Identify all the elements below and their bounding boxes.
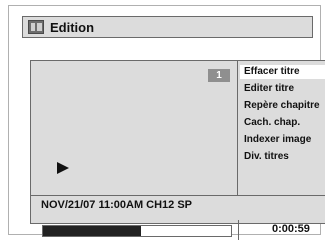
menu-item-repere-chapitre[interactable]: Repère chapitre (240, 99, 325, 113)
menu-item-div-titres[interactable]: Div. titres (240, 150, 325, 164)
playback-time: 0:00:59 (272, 223, 310, 235)
menu-item-cach-chap[interactable]: Cach. chap. (240, 116, 325, 130)
play-icon[interactable] (57, 162, 69, 174)
menu-item-effacer-titre[interactable]: Effacer titre (240, 65, 325, 79)
preview-area: 1 (31, 61, 238, 195)
footer-divider (238, 220, 239, 240)
page-title: Edition (50, 20, 95, 35)
recording-info: NOV/21/07 11:00AM CH12 SP (41, 199, 193, 211)
title-edit-icon (28, 20, 44, 34)
menu-item-editer-titre[interactable]: Editer titre (240, 82, 325, 96)
edit-menu: Effacer titre Editer titre Repère chapit… (238, 61, 325, 195)
page-number-badge: 1 (208, 69, 230, 82)
edition-screen: Edition 1 Effacer titre Editer titre Rep… (8, 5, 325, 240)
menu-item-indexer-image[interactable]: Indexer image (240, 133, 325, 147)
title-bar: Edition (22, 16, 313, 38)
playback-progress-fill (43, 226, 141, 236)
playback-progress (42, 225, 232, 237)
status-bar: NOV/21/07 11:00AM CH12 SP (31, 195, 325, 215)
edition-panel: 1 Effacer titre Editer titre Repère chap… (30, 60, 325, 224)
